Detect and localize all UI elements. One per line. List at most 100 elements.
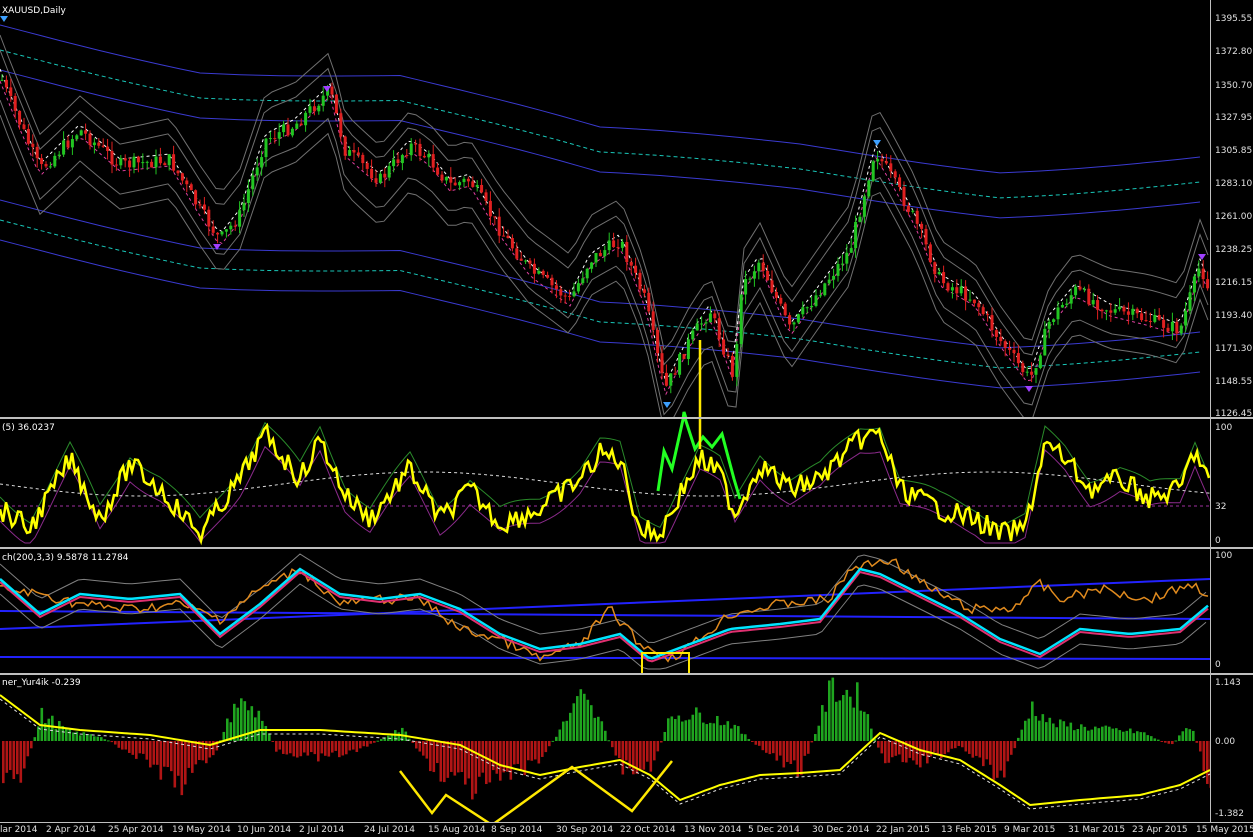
candle-body [1003,341,1007,348]
histogram-bar [257,710,261,741]
oscillator-label: ner_Yur4ik -0.239 [2,678,81,688]
candle-body [260,157,264,168]
candle-body [620,241,624,248]
candle-body [1100,309,1104,312]
histogram-bar [502,741,506,773]
histogram-bar [1202,741,1206,772]
candle-body [730,355,734,377]
candle-body [915,210,919,224]
histogram-bar [1167,741,1171,744]
histogram-bar [863,711,866,741]
histogram-bar [152,741,156,765]
rsi-pane[interactable]: (5) 36.0237 [0,419,1210,547]
osc-tick: -1.382 [1215,809,1245,819]
candle-body [1197,268,1201,277]
histogram-bar [975,741,978,756]
candle-body [317,105,321,112]
candle-body [752,271,756,279]
candle-body [594,252,598,263]
envelope-band [0,49,1201,199]
candle-body [893,171,897,178]
histogram-bar [303,741,306,753]
candle-body [185,180,189,185]
histogram-bar [26,741,30,757]
candle-body [1096,300,1100,310]
candle-body [383,173,387,178]
histogram-bar [467,741,471,779]
candle-body [106,146,110,151]
rsi-tick: 100 [1215,423,1233,433]
candle-body [1060,304,1064,308]
histogram-bar [880,741,884,754]
date-axis: lar 2014 2 Apr 2014 25 Apr 2014 19 May 2… [0,822,1253,837]
candle-body [444,176,448,181]
candle-body [840,263,844,265]
histogram-bar [964,741,968,752]
histogram-bar [800,741,803,775]
histogram-bar [1104,725,1108,741]
price-tick: 1372.80 [1215,47,1253,57]
candle-body [268,138,272,140]
histogram-bar [170,741,173,772]
candle-body [928,244,932,263]
histogram-bar [908,741,912,758]
candle-body [1056,307,1060,320]
candle-body [783,303,787,316]
candle-body [770,280,774,293]
candle-body [977,303,981,308]
histogram-bar [803,741,807,756]
histogram-bar [730,728,733,741]
candle-body [1162,319,1166,328]
candle-body [458,182,462,186]
candle-body [572,291,576,297]
candle-body [308,106,312,113]
candle-body [629,262,633,266]
oscillator-pane[interactable]: ner_Yur4ik -0.239 [0,675,1210,822]
histogram-bar [999,741,1003,771]
candle-body [312,106,316,112]
candle-body [62,140,66,155]
price-axis: 1395.55 1372.80 1350.70 1327.95 1305.85 … [1210,0,1253,419]
stoch-tick: 100 [1215,551,1233,561]
histogram-bar [1076,729,1080,741]
rsi-tick: 32 [1215,502,1227,512]
histogram-bar [345,741,348,755]
histogram-bar [327,741,331,757]
candle-body [123,158,127,161]
candle-body [295,123,299,129]
histogram-bar [110,741,114,743]
histogram-bar [1052,723,1055,741]
price-chart-pane[interactable]: XAUUSD,Daily [0,0,1210,417]
candle-body [1157,314,1161,320]
candle-body [898,177,902,187]
candle-body [352,150,356,153]
date-tick: 31 Mar 2015 [1068,825,1126,835]
candle-body [871,161,875,181]
histogram-bar [789,741,793,765]
histogram-bar [131,741,135,755]
histogram-bar [292,741,296,757]
candle-body [44,164,48,167]
candle-body [1126,311,1130,315]
candle-body [889,163,893,172]
candle-body [57,154,61,156]
histogram-bar [824,711,828,741]
histogram-bar [716,715,719,741]
price-tick: 1193.40 [1215,311,1253,321]
candle-body [805,307,809,309]
candle-body [299,123,303,126]
candle-body [475,185,479,187]
histogram-bar [740,733,744,741]
histogram-bar [233,703,236,741]
candle-body [726,354,730,356]
oscillator-axis: 1.143 0.00 -1.382 [1210,675,1253,822]
candle-body [409,143,413,156]
fractal-arrow-icon [0,16,8,22]
candle-body [370,168,374,179]
candle-body [1206,279,1210,289]
stochastic-pane[interactable]: ch(200,3,3) 9.5878 11.2784 [0,549,1210,673]
candle-body [97,142,101,146]
histogram-bar [989,741,992,765]
candle-body [1179,325,1183,334]
histogram-bar [264,725,268,741]
